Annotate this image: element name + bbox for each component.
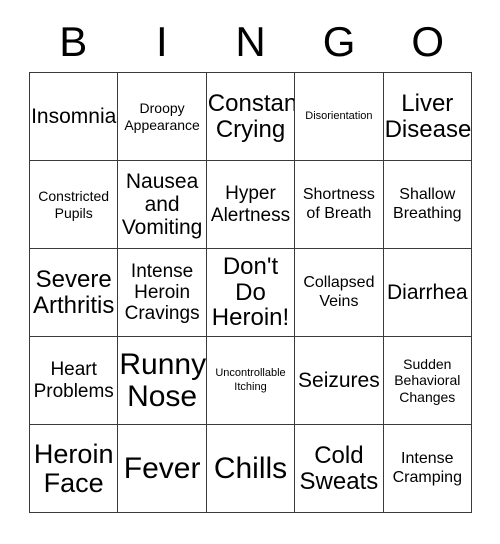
- bingo-header: B I N G O: [29, 16, 472, 68]
- bingo-cell-label: Heroin Face: [33, 438, 114, 498]
- bingo-cell[interactable]: Severe Arthritis: [30, 249, 119, 337]
- bingo-cell-label: Intense Cramping: [392, 449, 462, 486]
- bingo-cell-label: Insomnia: [31, 104, 117, 128]
- bingo-cell-label: Heart Problems: [33, 359, 114, 402]
- bingo-grid: Insomnia Droopy Appearance Constant Cryi…: [29, 72, 472, 513]
- bingo-cell-label: Collapsed Veins: [303, 273, 375, 310]
- bingo-cell-label: Runny Nose: [119, 348, 207, 413]
- bingo-cell[interactable]: Droopy Appearance: [118, 73, 207, 161]
- bingo-cell[interactable]: Insomnia: [30, 73, 119, 161]
- bingo-cell[interactable]: Uncontrollable Itching: [206, 337, 296, 425]
- bingo-cell[interactable]: Heart Problems: [30, 337, 119, 425]
- bingo-cell[interactable]: Disorientation: [295, 73, 384, 161]
- bingo-cell[interactable]: Constricted Pupils: [30, 161, 119, 249]
- bingo-cell-label: Nausea and Vomiting: [121, 169, 203, 240]
- header-letter-o: O: [411, 18, 444, 65]
- header-letter-i: I: [156, 18, 168, 65]
- bingo-cell-label: Diarrhea: [387, 280, 468, 304]
- bingo-cell-label: Constant Crying: [207, 89, 296, 143]
- bingo-cell[interactable]: Fever: [118, 425, 207, 513]
- bingo-cell-label: Severe Arthritis: [33, 265, 115, 319]
- bingo-cell[interactable]: Shortness of Breath: [295, 161, 384, 249]
- bingo-cell[interactable]: Runny Nose: [118, 337, 207, 425]
- bingo-cell[interactable]: Sudden Behavioral Changes: [383, 337, 472, 425]
- bingo-cell[interactable]: Liver Disease: [383, 73, 472, 161]
- bingo-cell[interactable]: Seizures: [295, 337, 384, 425]
- bingo-cell-free-space[interactable]: Don't Do Heroin!: [206, 249, 296, 337]
- bingo-cell-label: Disorientation: [305, 109, 373, 122]
- bingo-cell[interactable]: Hyper Alertness: [206, 161, 296, 249]
- bingo-cell[interactable]: Intense Heroin Cravings: [118, 249, 207, 337]
- bingo-cell-label: Intense Heroin Cravings: [124, 260, 200, 325]
- bingo-cell[interactable]: Nausea and Vomiting: [118, 161, 207, 249]
- bingo-cell[interactable]: Intense Cramping: [383, 425, 472, 513]
- bingo-cell-label: Shortness of Breath: [302, 185, 375, 222]
- bingo-cell-label: Fever: [123, 451, 201, 485]
- bingo-cell-label: Constricted Pupils: [38, 187, 110, 221]
- header-letter-b: B: [59, 18, 88, 65]
- bingo-cell[interactable]: Cold Sweats: [295, 425, 384, 513]
- bingo-cell[interactable]: Constant Crying: [206, 73, 296, 161]
- header-letter-g: G: [322, 18, 356, 65]
- header-letter-n: N: [235, 18, 266, 65]
- bingo-cell-label: Uncontrollable Itching: [215, 367, 286, 393]
- bingo-cell-label: Droopy Appearance: [124, 99, 200, 133]
- bingo-cell-label: Don't Do Heroin!: [211, 252, 290, 332]
- bingo-cell-label: Hyper Alertness: [210, 183, 291, 226]
- bingo-cell-label: Seizures: [298, 368, 380, 392]
- bingo-cell[interactable]: Diarrhea: [383, 249, 472, 337]
- bingo-cell-label: Cold Sweats: [299, 441, 379, 495]
- bingo-cell-label: Sudden Behavioral Changes: [394, 355, 461, 405]
- bingo-cell-label: Shallow Breathing: [393, 185, 462, 222]
- bingo-cell[interactable]: Collapsed Veins: [295, 249, 384, 337]
- bingo-card: B I N G O Insomnia Droopy Appearance Con…: [0, 0, 500, 544]
- bingo-cell-label: Liver Disease: [384, 89, 472, 143]
- bingo-cell[interactable]: Shallow Breathing: [383, 161, 472, 249]
- bingo-cell-label: Chills: [213, 451, 288, 485]
- bingo-cell[interactable]: Chills: [206, 425, 296, 513]
- bingo-cell[interactable]: Heroin Face: [30, 425, 119, 513]
